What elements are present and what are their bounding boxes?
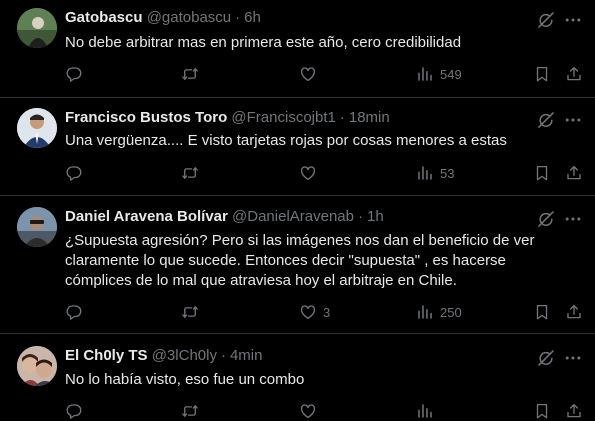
tweet-text: ¿Supuesta agresión? Pero si las imágenes… [65, 232, 535, 289]
share-button[interactable] [565, 401, 583, 421]
bookmark-icon [533, 164, 551, 182]
display-name[interactable]: El Ch0ly TS [65, 347, 148, 364]
tweet[interactable]: Francisco Bustos Toro @Franciscojbt1 · 18m… [0, 98, 595, 196]
avatar[interactable] [17, 346, 57, 386]
separator-dot: · [358, 208, 363, 225]
retweet-button[interactable] [181, 64, 199, 84]
tweet-header: Gatobascu @gatobascu · 6h [65, 8, 261, 28]
more-icon[interactable] [563, 348, 583, 368]
like-icon [299, 303, 317, 321]
tweet-text: No debe arbitrar mas en primera este año… [65, 34, 462, 51]
separator-dot: · [235, 9, 241, 26]
share-icon [565, 402, 583, 420]
tweet-text: No lo había visto, eso fue un combo [65, 371, 305, 388]
tweet[interactable]: Daniel Aravena Bolívar @DanielAravenab · 1… [0, 196, 595, 334]
bookmark-icon [533, 65, 551, 83]
reply-icon [65, 65, 83, 83]
timestamp[interactable]: 4min [230, 347, 263, 364]
display-name[interactable]: Gatobascu [65, 9, 143, 26]
user-handle[interactable]: @gatobascu [147, 9, 231, 26]
retweet-icon [181, 303, 199, 321]
more-icon[interactable] [563, 209, 583, 229]
views-icon [416, 65, 434, 83]
retweet-button[interactable] [181, 302, 199, 322]
reply-button[interactable] [65, 401, 83, 421]
like-button[interactable]: 3 [299, 302, 330, 322]
reply-icon [65, 164, 83, 182]
grok-icon[interactable] [536, 10, 556, 30]
tweet-actions: 549 [0, 64, 595, 84]
timestamp[interactable]: 1h [367, 208, 384, 225]
tweet-header: Daniel Aravena Bolívar @DanielAravenab · 1… [65, 207, 384, 227]
display-name[interactable]: Daniel Aravena Bolívar [65, 208, 228, 225]
reply-icon [65, 303, 83, 321]
retweet-icon [181, 65, 199, 83]
like-icon [299, 164, 317, 182]
separator-dot: · [220, 347, 226, 364]
reply-icon [65, 402, 83, 420]
bookmark-button[interactable] [533, 163, 551, 183]
grok-icon[interactable] [536, 110, 556, 130]
tweet[interactable]: Gatobascu @gatobascu · 6h No debe arbitrar… [0, 0, 595, 98]
timestamp[interactable]: 6h [244, 9, 261, 26]
display-name[interactable]: Francisco Bustos Toro [65, 109, 227, 126]
tweet-text: Una vergüenza.... E visto tarjetas rojas… [65, 132, 507, 149]
tweet-actions: 53 [0, 163, 595, 183]
reply-button[interactable] [65, 64, 83, 84]
views-button[interactable]: 549 [416, 64, 462, 84]
reply-button[interactable] [65, 163, 83, 183]
tweet-actions [0, 401, 595, 421]
like-button[interactable] [299, 64, 323, 84]
views-button[interactable] [416, 401, 440, 421]
avatar[interactable] [17, 8, 57, 48]
more-icon[interactable] [563, 110, 583, 130]
more-icon[interactable] [563, 10, 583, 30]
separator-dot: · [339, 109, 345, 126]
share-icon [565, 303, 583, 321]
like-button[interactable] [299, 401, 323, 421]
user-handle[interactable]: @DanielAravenab [232, 208, 354, 225]
view-count: 549 [440, 66, 462, 82]
retweet-icon [181, 164, 199, 182]
views-button[interactable]: 53 [416, 163, 454, 183]
user-handle[interactable]: @Franciscojbt1 [231, 109, 335, 126]
tweet-actions: 3 250 [0, 302, 595, 322]
share-icon [565, 65, 583, 83]
share-icon [565, 164, 583, 182]
tweet-header: El Ch0ly TS @3lCh0ly · 4min [65, 346, 262, 366]
view-count: 250 [440, 304, 462, 320]
user-handle[interactable]: @3lCh0ly [152, 347, 217, 364]
views-button[interactable]: 250 [416, 302, 462, 322]
like-icon [299, 65, 317, 83]
grok-icon[interactable] [536, 209, 556, 229]
tweet-header: Francisco Bustos Toro @Franciscojbt1 · 18m… [65, 108, 390, 128]
retweet-button[interactable] [181, 163, 199, 183]
retweet-icon [181, 402, 199, 420]
views-icon [416, 402, 434, 420]
bookmark-button[interactable] [533, 64, 551, 84]
like-count: 3 [323, 304, 331, 320]
views-icon [416, 303, 434, 321]
views-icon [416, 164, 434, 182]
timestamp[interactable]: 18min [349, 109, 390, 126]
tweet[interactable]: El Ch0ly TS @3lCh0ly · 4min No lo había vi… [0, 334, 595, 409]
bookmark-button[interactable] [533, 401, 551, 421]
share-button[interactable] [565, 302, 583, 322]
bookmark-button[interactable] [533, 302, 551, 322]
like-button[interactable] [299, 163, 323, 183]
bookmark-icon [533, 402, 551, 420]
like-icon [299, 402, 317, 420]
retweet-button[interactable] [181, 401, 199, 421]
reply-button[interactable] [65, 302, 83, 322]
bookmark-icon [533, 303, 551, 321]
share-button[interactable] [565, 64, 583, 84]
grok-icon[interactable] [536, 348, 556, 368]
avatar[interactable] [17, 207, 57, 247]
avatar[interactable] [17, 108, 57, 148]
share-button[interactable] [565, 163, 583, 183]
view-count: 53 [440, 165, 455, 181]
